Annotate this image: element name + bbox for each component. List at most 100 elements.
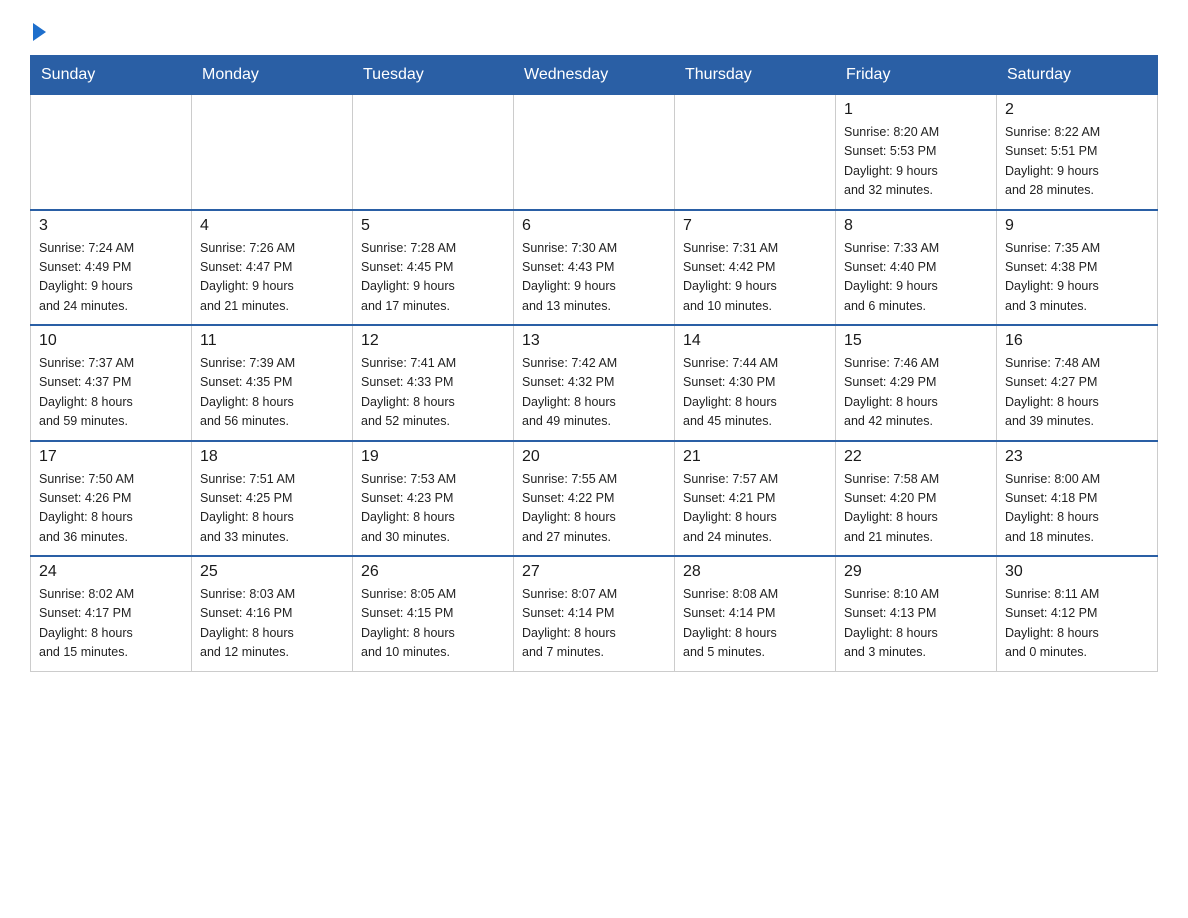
day-info: Sunrise: 7:42 AM Sunset: 4:32 PM Dayligh… bbox=[522, 354, 666, 432]
calendar-cell: 8Sunrise: 7:33 AM Sunset: 4:40 PM Daylig… bbox=[836, 210, 997, 326]
day-info: Sunrise: 8:02 AM Sunset: 4:17 PM Dayligh… bbox=[39, 585, 183, 663]
logo bbox=[30, 20, 46, 41]
calendar-cell: 15 Sunrise: 7:46 AM Sunset: 4:29 PM Dayli… bbox=[836, 325, 997, 441]
calendar-cell: 19 Sunrise: 7:53 AM Sunset: 4:23 PM Dayli… bbox=[353, 441, 514, 557]
calendar-cell: 16Sunrise: 7:48 AM Sunset: 4:27 PM Dayli… bbox=[997, 325, 1158, 441]
day-number: 23 bbox=[1005, 448, 1149, 466]
day-info: Sunrise: 7:39 AM Sunset: 4:35 PM Dayligh… bbox=[200, 354, 344, 432]
calendar-week-row: 10 Sunrise: 7:37 AM Sunset: 4:37 PM Dayli… bbox=[31, 325, 1158, 441]
day-number: 13 bbox=[522, 332, 666, 350]
day-number: 10 bbox=[39, 332, 183, 350]
day-number: 29 bbox=[844, 563, 988, 581]
day-info: Sunrise: 8:22 AM Sunset: 5:51 PM Dayligh… bbox=[1005, 123, 1149, 201]
day-number: 6 bbox=[522, 217, 666, 235]
calendar-cell bbox=[353, 95, 514, 210]
day-number: 3 bbox=[39, 217, 183, 235]
day-info: Sunrise: 7:30 AM Sunset: 4:43 PM Dayligh… bbox=[522, 239, 666, 317]
day-info: Sunrise: 7:35 AM Sunset: 4:38 PM Dayligh… bbox=[1005, 239, 1149, 317]
calendar-cell: 21 Sunrise: 7:57 AM Sunset: 4:21 PM Dayli… bbox=[675, 441, 836, 557]
calendar-week-row: 3 Sunrise: 7:24 AM Sunset: 4:49 PM Daylig… bbox=[31, 210, 1158, 326]
calendar-cell: 11Sunrise: 7:39 AM Sunset: 4:35 PM Dayli… bbox=[192, 325, 353, 441]
day-info: Sunrise: 7:37 AM Sunset: 4:37 PM Dayligh… bbox=[39, 354, 183, 432]
day-number: 19 bbox=[361, 448, 505, 466]
day-number: 7 bbox=[683, 217, 827, 235]
weekday-header-thursday: Thursday bbox=[675, 56, 836, 95]
calendar-cell: 13 Sunrise: 7:42 AM Sunset: 4:32 PM Dayli… bbox=[514, 325, 675, 441]
calendar-cell: 28 Sunrise: 8:08 AM Sunset: 4:14 PM Dayli… bbox=[675, 556, 836, 671]
day-number: 20 bbox=[522, 448, 666, 466]
calendar-week-row: 17 Sunrise: 7:50 AM Sunset: 4:26 PM Dayli… bbox=[31, 441, 1158, 557]
calendar-cell: 6 Sunrise: 7:30 AM Sunset: 4:43 PM Daylig… bbox=[514, 210, 675, 326]
day-info: Sunrise: 7:51 AM Sunset: 4:25 PM Dayligh… bbox=[200, 470, 344, 548]
day-number: 4 bbox=[200, 217, 344, 235]
day-number: 12 bbox=[361, 332, 505, 350]
day-info: Sunrise: 8:11 AM Sunset: 4:12 PM Dayligh… bbox=[1005, 585, 1149, 663]
weekday-header-friday: Friday bbox=[836, 56, 997, 95]
day-number: 22 bbox=[844, 448, 988, 466]
day-info: Sunrise: 7:57 AM Sunset: 4:21 PM Dayligh… bbox=[683, 470, 827, 548]
day-number: 26 bbox=[361, 563, 505, 581]
day-info: Sunrise: 7:58 AM Sunset: 4:20 PM Dayligh… bbox=[844, 470, 988, 548]
day-info: Sunrise: 7:46 AM Sunset: 4:29 PM Dayligh… bbox=[844, 354, 988, 432]
calendar-cell: 12 Sunrise: 7:41 AM Sunset: 4:33 PM Dayli… bbox=[353, 325, 514, 441]
calendar-cell: 4 Sunrise: 7:26 AM Sunset: 4:47 PM Daylig… bbox=[192, 210, 353, 326]
calendar-cell: 14 Sunrise: 7:44 AM Sunset: 4:30 PM Dayli… bbox=[675, 325, 836, 441]
day-number: 1 bbox=[844, 101, 988, 119]
calendar-cell: 29 Sunrise: 8:10 AM Sunset: 4:13 PM Dayli… bbox=[836, 556, 997, 671]
day-info: Sunrise: 8:20 AM Sunset: 5:53 PM Dayligh… bbox=[844, 123, 988, 201]
day-info: Sunrise: 8:07 AM Sunset: 4:14 PM Dayligh… bbox=[522, 585, 666, 663]
calendar-cell bbox=[514, 95, 675, 210]
day-info: Sunrise: 7:41 AM Sunset: 4:33 PM Dayligh… bbox=[361, 354, 505, 432]
logo-arrow-icon bbox=[33, 23, 46, 41]
day-info: Sunrise: 8:10 AM Sunset: 4:13 PM Dayligh… bbox=[844, 585, 988, 663]
calendar-cell: 7Sunrise: 7:31 AM Sunset: 4:42 PM Daylig… bbox=[675, 210, 836, 326]
weekday-header-row: SundayMondayTuesdayWednesdayThursdayFrid… bbox=[31, 56, 1158, 95]
calendar-cell: 2Sunrise: 8:22 AM Sunset: 5:51 PM Daylig… bbox=[997, 95, 1158, 210]
day-number: 17 bbox=[39, 448, 183, 466]
day-number: 28 bbox=[683, 563, 827, 581]
calendar-cell: 23 Sunrise: 8:00 AM Sunset: 4:18 PM Dayli… bbox=[997, 441, 1158, 557]
day-info: Sunrise: 7:53 AM Sunset: 4:23 PM Dayligh… bbox=[361, 470, 505, 548]
day-number: 25 bbox=[200, 563, 344, 581]
calendar-week-row: 24 Sunrise: 8:02 AM Sunset: 4:17 PM Dayli… bbox=[31, 556, 1158, 671]
calendar-cell: 9 Sunrise: 7:35 AM Sunset: 4:38 PM Daylig… bbox=[997, 210, 1158, 326]
day-number: 21 bbox=[683, 448, 827, 466]
day-info: Sunrise: 7:55 AM Sunset: 4:22 PM Dayligh… bbox=[522, 470, 666, 548]
day-number: 30 bbox=[1005, 563, 1149, 581]
day-info: Sunrise: 7:24 AM Sunset: 4:49 PM Dayligh… bbox=[39, 239, 183, 317]
day-info: Sunrise: 7:48 AM Sunset: 4:27 PM Dayligh… bbox=[1005, 354, 1149, 432]
day-info: Sunrise: 7:44 AM Sunset: 4:30 PM Dayligh… bbox=[683, 354, 827, 432]
day-number: 14 bbox=[683, 332, 827, 350]
day-number: 18 bbox=[200, 448, 344, 466]
calendar-cell: 18 Sunrise: 7:51 AM Sunset: 4:25 PM Dayli… bbox=[192, 441, 353, 557]
day-info: Sunrise: 7:28 AM Sunset: 4:45 PM Dayligh… bbox=[361, 239, 505, 317]
day-number: 8 bbox=[844, 217, 988, 235]
day-number: 5 bbox=[361, 217, 505, 235]
calendar-cell: 22 Sunrise: 7:58 AM Sunset: 4:20 PM Dayli… bbox=[836, 441, 997, 557]
page-header bbox=[30, 20, 1158, 41]
weekday-header-sunday: Sunday bbox=[31, 56, 192, 95]
calendar-cell: 24 Sunrise: 8:02 AM Sunset: 4:17 PM Dayli… bbox=[31, 556, 192, 671]
day-number: 9 bbox=[1005, 217, 1149, 235]
day-info: Sunrise: 8:03 AM Sunset: 4:16 PM Dayligh… bbox=[200, 585, 344, 663]
calendar-cell: 3 Sunrise: 7:24 AM Sunset: 4:49 PM Daylig… bbox=[31, 210, 192, 326]
calendar-cell bbox=[192, 95, 353, 210]
day-info: Sunrise: 8:08 AM Sunset: 4:14 PM Dayligh… bbox=[683, 585, 827, 663]
day-info: Sunrise: 7:50 AM Sunset: 4:26 PM Dayligh… bbox=[39, 470, 183, 548]
weekday-header-saturday: Saturday bbox=[997, 56, 1158, 95]
day-info: Sunrise: 7:26 AM Sunset: 4:47 PM Dayligh… bbox=[200, 239, 344, 317]
calendar-cell: 5 Sunrise: 7:28 AM Sunset: 4:45 PM Daylig… bbox=[353, 210, 514, 326]
calendar-cell: 20 Sunrise: 7:55 AM Sunset: 4:22 PM Dayli… bbox=[514, 441, 675, 557]
weekday-header-monday: Monday bbox=[192, 56, 353, 95]
day-number: 15 bbox=[844, 332, 988, 350]
calendar-cell: 17 Sunrise: 7:50 AM Sunset: 4:26 PM Dayli… bbox=[31, 441, 192, 557]
weekday-header-wednesday: Wednesday bbox=[514, 56, 675, 95]
calendar-cell: 30 Sunrise: 8:11 AM Sunset: 4:12 PM Dayli… bbox=[997, 556, 1158, 671]
calendar-cell bbox=[675, 95, 836, 210]
weekday-header-tuesday: Tuesday bbox=[353, 56, 514, 95]
calendar-cell bbox=[31, 95, 192, 210]
day-number: 27 bbox=[522, 563, 666, 581]
calendar-cell: 1 Sunrise: 8:20 AM Sunset: 5:53 PM Daylig… bbox=[836, 95, 997, 210]
day-number: 24 bbox=[39, 563, 183, 581]
day-info: Sunrise: 8:00 AM Sunset: 4:18 PM Dayligh… bbox=[1005, 470, 1149, 548]
